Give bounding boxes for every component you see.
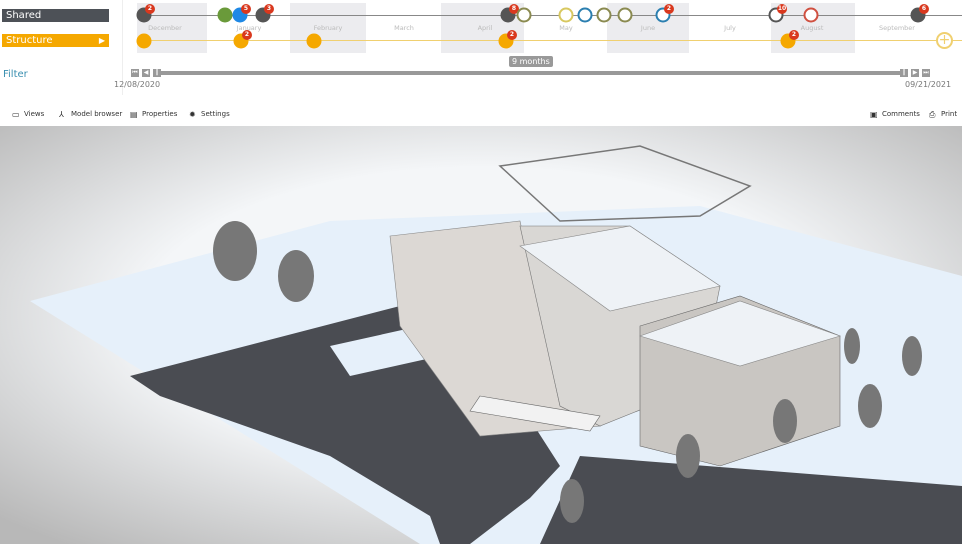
shared-milestone[interactable]: [217, 7, 233, 23]
views-label: Views: [24, 110, 45, 118]
print-button[interactable]: ⎙ Print: [929, 110, 957, 118]
settings-button[interactable]: ✹ Settings: [189, 110, 230, 118]
count-badge: 5: [241, 4, 251, 14]
printer-icon: ⎙: [929, 109, 936, 119]
viewer-toolbar: ▭ Views ⅄ Model browser ▤ Properties ✹ Setti…: [0, 104, 962, 124]
month-label: April: [477, 24, 493, 32]
lane-structure[interactable]: Structure ▶: [2, 34, 109, 47]
count-badge: 10: [777, 4, 787, 14]
plus-circle-icon[interactable]: +: [936, 32, 953, 49]
monitor-icon: ▭: [12, 109, 20, 119]
month-label: May: [559, 24, 573, 32]
step-back-icon[interactable]: ◀: [142, 69, 150, 77]
model-browser-button[interactable]: ⅄ Model browser: [59, 110, 122, 118]
comments-label: Comments: [882, 110, 920, 118]
count-badge: 2: [145, 4, 155, 14]
month-label: September: [879, 24, 915, 32]
gear-icon: ✹: [189, 109, 196, 119]
range-handle-left[interactable]: ‖: [153, 69, 161, 77]
model-browser-label: Model browser: [71, 110, 123, 118]
shared-milestone[interactable]: [617, 7, 633, 23]
play-arrow-icon[interactable]: ▶: [99, 34, 105, 47]
document-icon: ▤: [130, 109, 138, 119]
print-label: Print: [941, 110, 958, 118]
end-date: 09/21/2021: [905, 80, 952, 89]
shared-milestone[interactable]: [558, 7, 574, 23]
shared-milestone[interactable]: [577, 7, 593, 23]
lane-shared-label: Shared: [6, 10, 42, 21]
count-badge: 2: [242, 30, 252, 40]
lane-shared[interactable]: Shared: [2, 9, 109, 22]
structure-milestone[interactable]: [306, 33, 322, 49]
structure-milestone[interactable]: [136, 33, 152, 49]
3d-model-viewer[interactable]: [0, 126, 962, 544]
range-handle-right[interactable]: ‖: [900, 69, 908, 77]
count-badge: 6: [919, 4, 929, 14]
month-label: December: [148, 24, 182, 32]
start-date: 12/08/2020: [114, 80, 161, 89]
skip-end-icon[interactable]: ⏭: [922, 69, 930, 77]
shared-milestone[interactable]: [803, 7, 819, 23]
properties-label: Properties: [142, 110, 178, 118]
shared-milestone[interactable]: [516, 7, 532, 23]
lane-structure-label: Structure: [6, 35, 53, 46]
month-label: February: [313, 24, 343, 32]
count-badge: 2: [664, 4, 674, 14]
skip-start-icon[interactable]: ⏮: [131, 69, 139, 77]
timeline-scrubber[interactable]: [155, 71, 905, 75]
count-badge: 3: [264, 4, 274, 14]
step-forward-icon[interactable]: ▶: [911, 69, 919, 77]
count-badge: 2: [507, 30, 517, 40]
range-label: 9 months: [509, 56, 553, 67]
month-label: August: [800, 24, 824, 32]
filter-link[interactable]: Filter: [3, 69, 28, 80]
properties-button[interactable]: ▤ Properties: [130, 110, 177, 118]
comments-button[interactable]: ▣ Comments: [870, 110, 920, 118]
count-badge: 2: [789, 30, 799, 40]
comment-icon: ▣: [870, 109, 878, 119]
structure-track: [137, 40, 962, 41]
shared-milestone[interactable]: [596, 7, 612, 23]
hierarchy-icon: ⅄: [59, 109, 64, 119]
month-label: June: [640, 24, 656, 32]
views-button[interactable]: ▭ Views: [12, 110, 44, 118]
settings-label: Settings: [201, 110, 230, 118]
month-label: March: [394, 24, 414, 32]
month-label: July: [724, 24, 736, 32]
